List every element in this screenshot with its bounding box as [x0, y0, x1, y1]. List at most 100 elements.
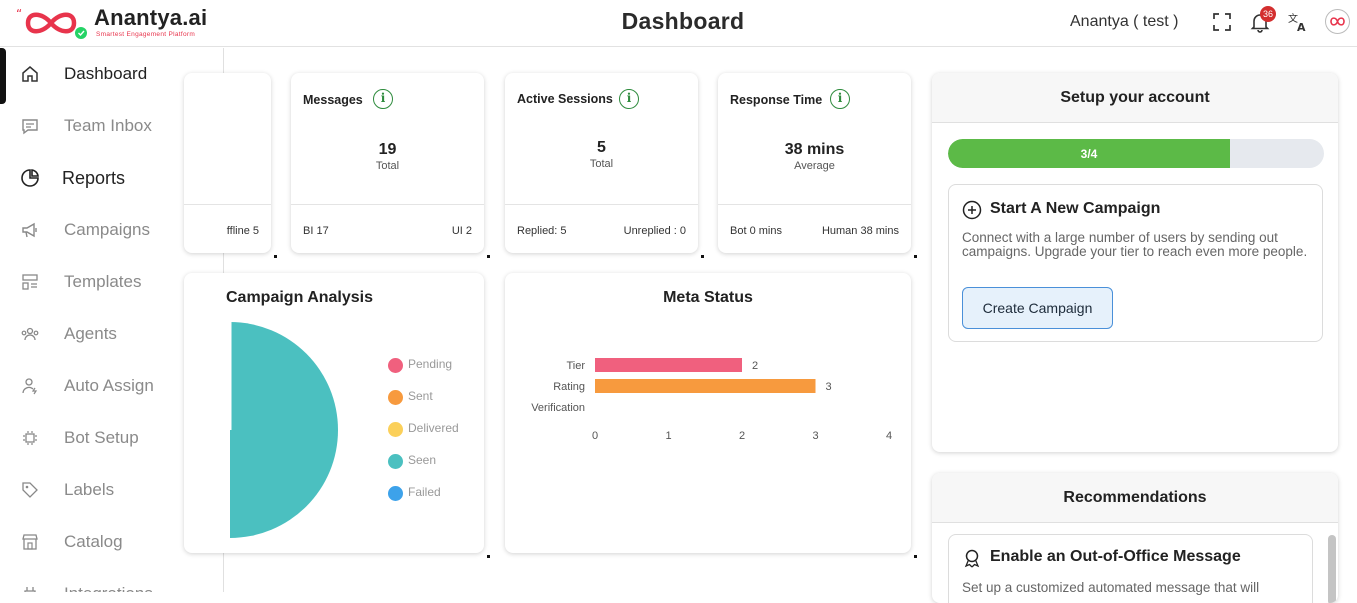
- meta-status-bar-chart[interactable]: Tier 2 Rating 3 Verification 0 1 2 3 4: [505, 273, 911, 553]
- campaign-analysis-card: Campaign Analysis Pending Sent Delivered…: [184, 273, 484, 553]
- y-tick-label: Verification: [531, 402, 585, 414]
- stat-title: Active Sessions: [517, 92, 613, 106]
- legend-dot-pending: [388, 358, 403, 373]
- sidebar-item-label: Integrations: [64, 584, 153, 592]
- legend-label: Sent: [408, 389, 433, 403]
- resize-corner: [701, 255, 704, 258]
- stat-card-active-sessions: Active Sessions i 5 Total Replied: 5 Unr…: [505, 73, 698, 253]
- recommendation-description: Set up a customized automated message th…: [962, 580, 1260, 595]
- resize-corner: [274, 255, 277, 258]
- fullscreen-icon[interactable]: [1211, 11, 1233, 33]
- user-assign-icon: [22, 378, 38, 395]
- award-badge-icon: [964, 549, 980, 568]
- tag-icon: [22, 482, 38, 498]
- legend-dot-sent: [388, 390, 403, 405]
- data-label: 2: [752, 360, 758, 372]
- stat-sub: Total: [375, 160, 400, 172]
- resize-corner: [487, 255, 490, 258]
- stat-footer-left: Replied: 5: [517, 225, 567, 237]
- data-label: 3: [826, 381, 832, 393]
- sidebar-item-label: Auto Assign: [64, 376, 154, 395]
- stat-footer-left: BI 17: [303, 225, 329, 237]
- legend-dot-failed: [388, 486, 403, 501]
- sidebar-item-label: Reports: [62, 168, 126, 188]
- setup-panel-header: Setup your account: [932, 73, 1338, 123]
- stat-card-partial: ffline 5: [184, 73, 271, 253]
- svg-text:A: A: [1297, 21, 1306, 33]
- legend-label: Seen: [408, 453, 437, 467]
- sidebar-item-label: Agents: [64, 324, 117, 343]
- notification-badge: 36: [1260, 6, 1276, 22]
- progress-label: 3/4: [1080, 147, 1098, 161]
- divider: [291, 204, 484, 205]
- y-tick-label: Tier: [566, 360, 585, 372]
- avatar[interactable]: [1325, 9, 1350, 34]
- x-tick-label: 0: [592, 430, 598, 442]
- stat-footer-right: Human 38 mins: [821, 225, 899, 237]
- user-name[interactable]: Anantya ( test ): [1070, 13, 1179, 31]
- home-icon: [22, 66, 38, 82]
- stat-footer-right: Unreplied : 0: [623, 225, 686, 237]
- meta-status-card: Meta Status Tier 2 Rating 3 Verification 0 1 2 3…: [505, 273, 911, 553]
- bar-rating[interactable]: [595, 379, 816, 393]
- recommendations-panel: Recommendations Enable an Out-of-Office …: [932, 473, 1338, 603]
- stat-value: 19: [378, 141, 397, 158]
- agents-icon: [21, 327, 39, 341]
- stat-value: 38 mins: [784, 141, 845, 158]
- stat-card-messages: Messages i 19 Total BI 17 UI 2: [291, 73, 484, 253]
- bar-tier[interactable]: [595, 358, 742, 372]
- y-tick-label: Rating: [553, 381, 585, 393]
- x-tick-label: 4: [886, 430, 892, 442]
- stat-footer-right: UI 2: [451, 225, 472, 237]
- sidebar-item-label: Templates: [64, 272, 142, 291]
- x-tick-label: 1: [665, 430, 671, 442]
- stat-sub: Total: [589, 158, 614, 170]
- scrollbar[interactable]: [1328, 535, 1336, 603]
- sidebar-item-label: Bot Setup: [64, 428, 139, 447]
- legend-dot-seen: [388, 454, 403, 469]
- pie-slice-seen: [230, 322, 338, 538]
- legend-dot-delivered: [388, 422, 403, 437]
- legend-label: Delivered: [408, 421, 459, 435]
- setup-progress-bar: 3/4: [948, 139, 1324, 168]
- stat-sub: Average: [794, 160, 835, 172]
- megaphone-icon: [22, 222, 37, 238]
- stat-footer-left: Bot 0 mins: [730, 225, 782, 237]
- pie-chart-icon: [21, 169, 39, 187]
- new-campaign-description: Connect with a large number of users by …: [962, 230, 1308, 259]
- info-icon[interactable]: i: [373, 89, 393, 109]
- plus-circle-icon: [962, 200, 982, 220]
- sidebar-item-label: Team Inbox: [64, 116, 152, 135]
- resize-corner: [914, 555, 917, 558]
- template-icon: [22, 274, 38, 290]
- legend-label: Pending: [408, 357, 453, 371]
- resize-corner: [487, 555, 490, 558]
- translate-icon[interactable]: 文 A: [1287, 11, 1309, 33]
- stat-footer-right: ffline 5: [226, 225, 259, 237]
- setup-title: Setup your account: [1060, 89, 1210, 106]
- divider: [718, 204, 911, 205]
- sidebar-item-label: Catalog: [64, 532, 123, 551]
- recommendation-item[interactable]: Enable an Out-of-Office Message Set up a…: [948, 534, 1313, 603]
- stat-title: Messages: [303, 93, 363, 107]
- campaign-pie-chart[interactable]: [184, 273, 484, 553]
- stat-card-response-time: Response Time i 38 mins Average Bot 0 mi…: [718, 73, 911, 253]
- setup-account-panel: Setup your account 3/4 Start A New Campa…: [932, 73, 1338, 452]
- sidebar-item-label: Dashboard: [64, 64, 148, 83]
- avatar-logo-icon: [1330, 17, 1345, 26]
- recommendation-title: Enable an Out-of-Office Message: [990, 548, 1241, 565]
- bot-icon: [23, 431, 37, 445]
- info-icon[interactable]: i: [619, 89, 639, 109]
- new-campaign-title: Start A New Campaign: [990, 200, 1161, 217]
- sidebar-item-label: Campaigns: [64, 220, 150, 239]
- x-tick-label: 3: [812, 430, 818, 442]
- create-campaign-button[interactable]: Create Campaign: [962, 287, 1113, 329]
- sidebar-item-label: Labels: [64, 480, 115, 499]
- stat-value: 5: [597, 139, 606, 156]
- sidebar-item-integrations[interactable]: Integrations: [0, 568, 223, 592]
- recommendations-header: Recommendations: [932, 473, 1338, 523]
- chat-icon: [22, 119, 38, 135]
- x-tick-label: 2: [739, 430, 745, 442]
- info-icon[interactable]: i: [830, 89, 850, 109]
- new-campaign-card: Start A New Campaign Connect with a larg…: [948, 184, 1323, 342]
